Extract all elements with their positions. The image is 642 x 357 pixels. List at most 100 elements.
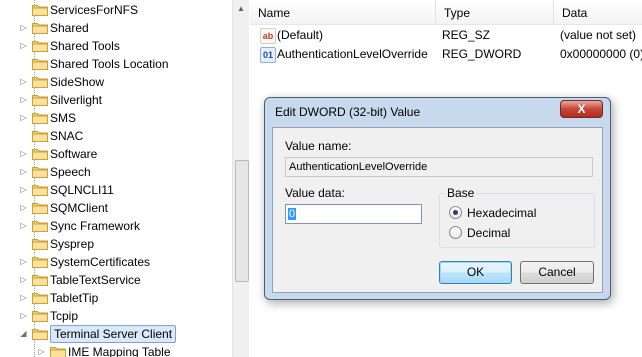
folder-icon (50, 345, 66, 357)
tree-item-label: ServicesForNFS (50, 3, 139, 17)
value-name-label: Value name: (285, 139, 352, 153)
folder-icon (32, 21, 48, 34)
tree-item[interactable]: ▷ IME Mapping Table (0, 343, 232, 357)
folder-icon (32, 273, 48, 286)
value-type: REG_DWORD (442, 47, 522, 61)
folder-icon (32, 237, 48, 250)
tree-item[interactable]: ▷ Speech (0, 163, 232, 181)
folder-icon (32, 93, 48, 106)
expand-arrow-icon[interactable]: ▷ (20, 145, 27, 163)
value-row-authenticationleveloverride[interactable]: 01 AuthenticationLevelOverride REG_DWORD… (250, 45, 642, 64)
column-header-data[interactable]: Data (554, 0, 642, 25)
folder-icon (32, 111, 48, 124)
tree-item[interactable]: ▷ SQLNCLI11 (0, 181, 232, 199)
folder-icon (32, 327, 48, 340)
expand-arrow-icon[interactable]: ▷ (20, 37, 27, 55)
tree-item[interactable]: ▷ Software (0, 145, 232, 163)
value-data-input[interactable]: 0 (285, 204, 422, 224)
folder-icon (32, 75, 48, 88)
folder-icon (32, 165, 48, 178)
tree-item-label: Software (50, 147, 98, 161)
dialog-title: Edit DWORD (32-bit) Value (275, 105, 421, 119)
tree-item-label: SNAC (50, 129, 84, 143)
tree-item[interactable]: ◢ Terminal Server Client (0, 325, 232, 343)
expand-arrow-icon[interactable]: ▷ (20, 271, 27, 289)
tree-item[interactable]: ▷ Shared (0, 19, 232, 37)
ok-button[interactable]: OK (439, 261, 512, 284)
folder-icon (32, 3, 48, 16)
expand-arrow-icon[interactable]: ▷ (20, 289, 27, 307)
expand-arrow-icon[interactable]: ▷ (20, 181, 27, 199)
radio-checked-dot (453, 210, 458, 215)
tree-item[interactable]: ▷ SideShow (0, 73, 232, 91)
expand-arrow-icon[interactable]: ▷ (20, 307, 27, 325)
string-value-icon: ab (260, 28, 276, 44)
tree-item[interactable]: ▷ SQMClient (0, 199, 232, 217)
folder-icon (32, 129, 48, 142)
tree-item-label: Tcpip (50, 309, 79, 323)
tree-item[interactable]: ▷ SMS (0, 109, 232, 127)
tree-scrollbar[interactable]: ▲ (232, 0, 249, 357)
tree-item[interactable]: ServicesForNFS (0, 1, 232, 19)
scroll-up-arrow-icon[interactable]: ▲ (233, 0, 249, 17)
base-groupbox (439, 193, 595, 248)
tree-item[interactable]: SNAC (0, 127, 232, 145)
hexadecimal-radio[interactable] (449, 206, 462, 219)
tree-item[interactable]: ▷ SystemCertificates (0, 253, 232, 271)
tree-item[interactable]: ▷ TabletTip (0, 289, 232, 307)
value-type: REG_SZ (442, 28, 491, 42)
tree-item[interactable]: ▷ Silverlight (0, 91, 232, 109)
dialog-body: Value name: AuthenticationLevelOverride … (272, 127, 603, 293)
folder-icon (32, 255, 48, 268)
value-row-default[interactable]: ab (Default) REG_SZ (value not set) (250, 26, 642, 45)
expand-arrow-icon[interactable]: ▷ (20, 199, 27, 217)
registry-tree[interactable]: ServicesForNFS ▷ Shared ▷ Shared Tools Shared… (0, 0, 232, 357)
tree-item-label: Terminal Server Client (50, 325, 177, 343)
hexadecimal-label[interactable]: Hexadecimal (467, 206, 536, 220)
folder-icon (32, 39, 48, 52)
tree-item-label: Speech (50, 165, 91, 179)
folder-icon (32, 219, 48, 232)
expand-arrow-icon[interactable]: ▷ (38, 343, 45, 357)
dialog-titlebar[interactable]: Edit DWORD (32-bit) Value X (265, 98, 610, 126)
tree-item[interactable]: ▷ Shared Tools (0, 37, 232, 55)
tree-item[interactable]: ▷ Tcpip (0, 307, 232, 325)
binary-value-icon: 01 (260, 47, 276, 63)
decimal-label[interactable]: Decimal (467, 226, 510, 240)
edit-dword-dialog[interactable]: Edit DWORD (32-bit) Value X Value name: … (264, 97, 611, 300)
tree-item[interactable]: ▷ TableTextService (0, 271, 232, 289)
column-header-name[interactable]: Name (250, 0, 436, 25)
expand-arrow-icon[interactable]: ▷ (20, 217, 27, 235)
tree-item[interactable]: Shared Tools Location (0, 55, 232, 73)
decimal-radio[interactable] (449, 226, 462, 239)
scrollbar-thumb[interactable] (235, 160, 249, 282)
expand-arrow-icon[interactable]: ▷ (20, 253, 27, 271)
expand-arrow-icon[interactable]: ▷ (20, 91, 27, 109)
close-button[interactable]: X (560, 100, 603, 118)
cancel-button[interactable]: Cancel (520, 261, 594, 284)
tree-item-label: SQLNCLI11 (50, 183, 114, 197)
tree-item-label: Sync Framework (50, 219, 141, 233)
tree-item[interactable]: ▷ Sync Framework (0, 217, 232, 235)
value-data-label: Value data: (285, 186, 345, 200)
tree-item-label: TabletTip (50, 291, 99, 305)
column-header-type[interactable]: Type (436, 0, 554, 25)
collapse-arrow-icon[interactable]: ◢ (20, 325, 27, 343)
tree-item-label: SMS (50, 111, 77, 125)
tree-item-label: SideShow (50, 75, 105, 89)
expand-arrow-icon[interactable]: ▷ (20, 109, 27, 127)
expand-arrow-icon[interactable]: ▷ (20, 19, 27, 37)
tree-item-label: Shared Tools (50, 39, 120, 53)
tree-item-label: TableTextService (50, 273, 141, 287)
expand-arrow-icon[interactable]: ▷ (20, 73, 27, 91)
value-data-text: 0 (288, 208, 297, 220)
value-data: (value not set) (560, 28, 637, 42)
tree-item-label: Shared Tools Location (50, 57, 169, 71)
close-icon: X (577, 102, 586, 116)
folder-icon (32, 147, 48, 160)
folder-icon (32, 309, 48, 322)
value-data: 0x00000000 (0) (560, 47, 642, 61)
expand-arrow-icon[interactable]: ▷ (20, 163, 27, 181)
tree-item-label: IME Mapping Table (68, 345, 171, 357)
tree-item[interactable]: Sysprep (0, 235, 232, 253)
